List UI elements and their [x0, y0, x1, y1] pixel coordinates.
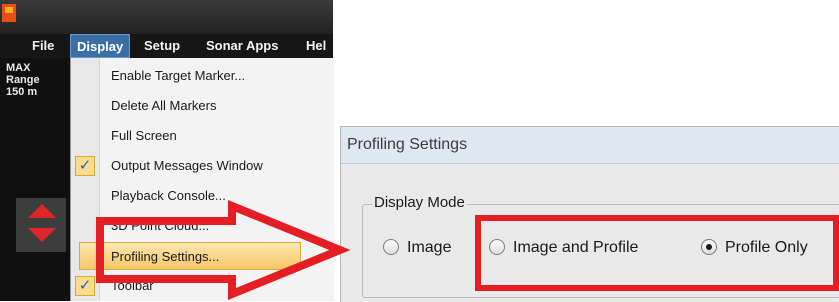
radio-label: Image — [407, 239, 452, 256]
menu-item-label: Playback Console... — [111, 188, 226, 203]
range-adjust-control[interactable] — [16, 198, 66, 252]
checkmark-icon: ✓ — [75, 276, 95, 296]
menu-help[interactable]: Hel — [300, 34, 345, 58]
range-down-icon[interactable] — [28, 228, 56, 242]
menu-item-toolbar[interactable]: ✓ Toolbar — [71, 272, 334, 300]
max-range-label: MAX Range 150 m — [6, 62, 40, 98]
menu-sonar-apps[interactable]: Sonar Apps — [200, 34, 284, 58]
range-up-icon[interactable] — [28, 204, 56, 218]
menu-item-label: Output Messages Window — [111, 158, 263, 173]
menu-item-output-messages-window[interactable]: ✓ Output Messages Window — [71, 152, 334, 180]
menu-item-label: Full Screen — [111, 128, 177, 143]
menu-display[interactable]: Display — [70, 34, 131, 58]
radio-button[interactable] — [383, 239, 399, 255]
dialog-title: Profiling Settings — [347, 136, 468, 153]
max-range-line2: Range — [6, 74, 40, 86]
app-logo-icon — [2, 4, 16, 22]
menu-item-full-screen[interactable]: Full Screen — [71, 122, 334, 150]
menu-item-label: Delete All Markers — [111, 98, 217, 113]
menu-item-profiling-settings[interactable]: Profiling Settings... — [79, 242, 301, 270]
menu-setup[interactable]: Setup — [138, 34, 186, 58]
menu-item-label: Enable Target Marker... — [111, 68, 246, 83]
menu-item-label: 3D Point Cloud... — [111, 218, 210, 233]
menu-item-label: Profiling Settings... — [111, 249, 220, 264]
menu-item-delete-all-markers[interactable]: Delete All Markers — [71, 92, 334, 120]
menu-item-label: Toolbar — [111, 278, 154, 293]
menu-bar: File Display Setup Sonar Apps Hel — [0, 34, 333, 58]
app-title-bar — [0, 0, 333, 34]
display-mode-legend: Display Mode — [372, 194, 467, 211]
dialog-title-bar: Profiling Settings — [341, 127, 839, 164]
display-dropdown-menu: Enable Target Marker... Delete All Marke… — [70, 58, 334, 301]
annotation-highlight-box — [475, 215, 839, 291]
menu-file[interactable]: File — [26, 34, 60, 58]
range-side-panel: MAX Range 150 m — [0, 58, 70, 301]
range-value: 150 m — [6, 86, 38, 98]
menu-item-enable-target-marker[interactable]: Enable Target Marker... — [71, 62, 334, 90]
max-range-line1: MAX — [6, 62, 31, 74]
menu-item-3d-point-cloud[interactable]: 3D Point Cloud... — [71, 212, 334, 240]
checkmark-icon: ✓ — [75, 156, 95, 176]
menu-item-playback-console[interactable]: Playback Console... — [71, 182, 334, 210]
